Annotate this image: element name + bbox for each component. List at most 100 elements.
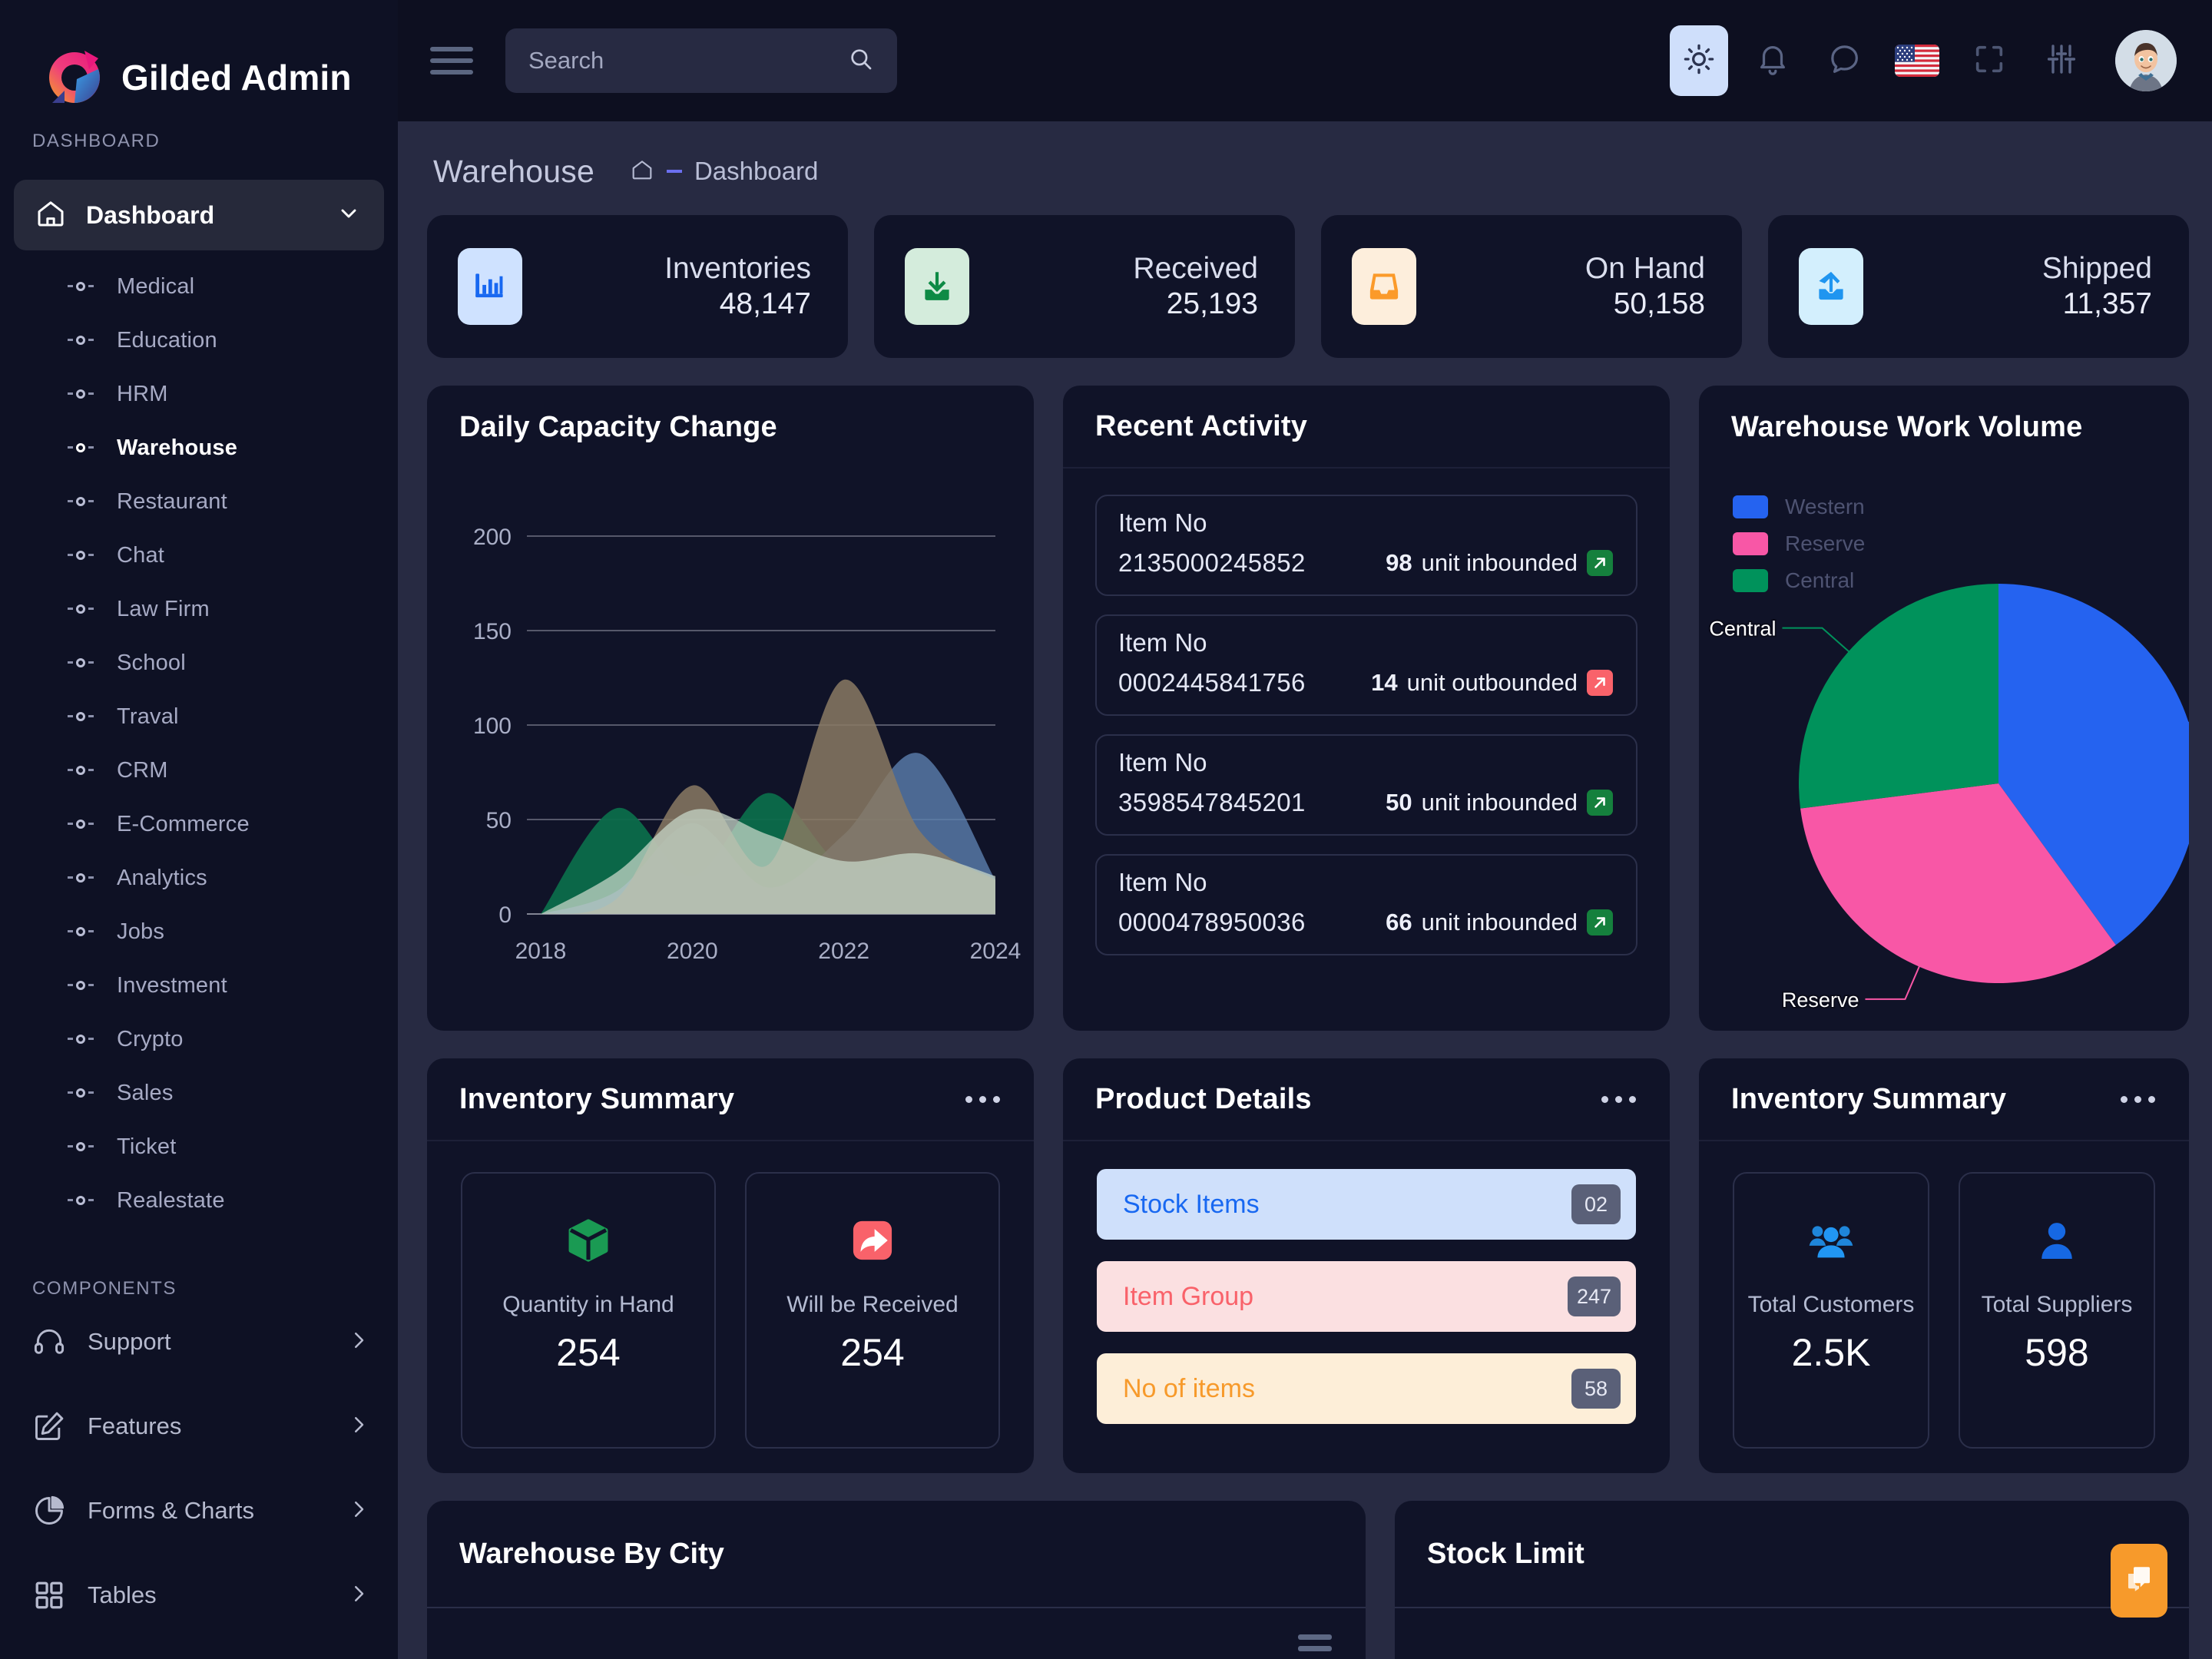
inventory-summary-left-card: Inventory Summary Quantity in Hand 254 Wil… — [427, 1058, 1034, 1473]
product-detail-row-no-of-items[interactable]: No of items 58 — [1097, 1353, 1636, 1424]
sidebar-item-features[interactable]: Features — [0, 1384, 398, 1469]
summary-tile-value: 254 — [556, 1330, 621, 1374]
search-box[interactable] — [505, 28, 897, 93]
us-flag-icon — [1895, 45, 1939, 77]
search-icon[interactable] — [848, 46, 874, 76]
sidebar-item-forms-charts[interactable]: Forms & Charts — [0, 1469, 398, 1553]
activity-item[interactable]: Item No 3598547845201 50 unit inbounded — [1095, 734, 1637, 836]
work-volume-title: Warehouse Work Volume — [1731, 410, 2083, 443]
sidebar-item-tables[interactable]: Tables — [0, 1553, 398, 1637]
activity-item-label: Item No — [1118, 508, 1207, 537]
sidebar-sublist: Medical Education HRM Warehouse Restaurant Ch… — [0, 250, 398, 1227]
stat-card-shipped[interactable]: Shipped 11,357 — [1768, 215, 2189, 358]
main-area: Warehouse Dashboard Inventories48,147 Rec… — [398, 0, 2212, 1659]
sidebar-item-crm[interactable]: CRM — [0, 743, 398, 797]
sidebar-item-chat[interactable]: Chat — [0, 528, 398, 582]
product-detail-name: No of items — [1123, 1373, 1255, 1403]
daily-capacity-title: Daily Capacity Change — [459, 410, 777, 443]
warehouse-by-city-title: Warehouse By City — [459, 1537, 724, 1570]
sidebar-item-traval[interactable]: Traval — [0, 690, 398, 743]
sidebar-item-school[interactable]: School — [0, 636, 398, 690]
product-detail-badge: 247 — [1567, 1277, 1621, 1316]
hamburger-icon[interactable] — [1298, 1634, 1332, 1651]
stat-card-label: Received — [1133, 251, 1258, 285]
breadcrumb-home-icon[interactable] — [630, 157, 654, 186]
support-chat-fab[interactable] — [2111, 1544, 2167, 1618]
breadcrumb-separator — [666, 170, 682, 173]
summary-tile-quantity-in-hand[interactable]: Quantity in Hand 254 — [461, 1172, 716, 1449]
more-options-icon[interactable] — [965, 1095, 1000, 1103]
product-detail-row-stock-items[interactable]: Stock Items 02 — [1097, 1169, 1636, 1240]
legend-item-reserve[interactable]: Reserve — [1733, 525, 2189, 562]
settings-button[interactable] — [2034, 33, 2089, 88]
sidebar-item-restaurant[interactable]: Restaurant — [0, 475, 398, 528]
svg-text:0: 0 — [498, 902, 512, 928]
stat-card-on-hand[interactable]: On Hand 50,158 — [1321, 215, 1742, 358]
share-arrow-icon — [848, 1210, 897, 1270]
sidebar-item-medical[interactable]: Medical — [0, 260, 398, 313]
warehouse-by-city-card: Warehouse By City — [427, 1501, 1366, 1659]
activity-item[interactable]: Item No 0002445841756 14 unit outbounded — [1095, 614, 1637, 716]
stat-card-received[interactable]: Received 25,193 — [874, 215, 1295, 358]
svg-text:200: 200 — [473, 525, 512, 550]
language-button[interactable] — [1889, 33, 1945, 88]
search-input[interactable] — [528, 47, 840, 75]
sidebar-item-label: Law Firm — [117, 596, 210, 621]
summary-tile-total-suppliers[interactable]: Total Suppliers 598 — [1959, 1172, 2155, 1449]
chevron-right-icon[interactable] — [347, 1329, 370, 1356]
stat-card-text: Shipped 11,357 — [1889, 251, 2152, 322]
sidebar-item-e-commerce[interactable]: E-Commerce — [0, 797, 398, 851]
chevron-down-icon[interactable] — [336, 201, 361, 230]
sidebar-item-jobs[interactable]: Jobs — [0, 905, 398, 959]
chevron-right-icon[interactable] — [347, 1413, 370, 1440]
sidebar-toggle-button[interactable] — [430, 44, 473, 78]
page-title: Warehouse — [433, 153, 594, 189]
theme-toggle-button[interactable] — [1670, 25, 1728, 96]
sidebar-item-label: Restaurant — [117, 488, 227, 514]
chevron-right-icon[interactable] — [347, 1498, 370, 1525]
sidebar-item-ticket[interactable]: Ticket — [0, 1120, 398, 1174]
sidebar-item-label: HRM — [117, 381, 168, 406]
sidebar-item-law-firm[interactable]: Law Firm — [0, 582, 398, 636]
sidebar-item-hrm[interactable]: HRM — [0, 367, 398, 421]
avatar[interactable] — [2115, 30, 2177, 91]
sidebar-item-analytics[interactable]: Analytics — [0, 851, 398, 905]
topbar — [398, 0, 2212, 121]
sidebar-item-investment[interactable]: Investment — [0, 959, 398, 1012]
activity-item[interactable]: Item No 0000478950036 66 unit inbounded — [1095, 854, 1637, 955]
product-details-header: Product Details — [1063, 1058, 1670, 1141]
stat-card-label: Shipped — [2041, 251, 2152, 285]
brand[interactable]: Gilded Admin — [0, 0, 398, 123]
chevron-right-icon[interactable] — [347, 1582, 370, 1609]
stat-card-text: Inventories 48,147 — [548, 251, 811, 322]
sidebar-item-support[interactable]: Support — [0, 1300, 398, 1384]
breadcrumb-current[interactable]: Dashboard — [694, 157, 818, 186]
messages-button[interactable] — [1817, 33, 1873, 88]
legend-item-western[interactable]: Western — [1733, 488, 2189, 525]
sidebar-item-crypto[interactable]: Crypto — [0, 1012, 398, 1066]
summary-tile-will-be-received[interactable]: Will be Received 254 — [745, 1172, 1000, 1449]
more-options-icon[interactable] — [1601, 1095, 1636, 1103]
sidebar-item-sales[interactable]: Sales — [0, 1066, 398, 1120]
daily-capacity-header: Daily Capacity Change — [427, 386, 1034, 469]
notifications-button[interactable] — [1745, 33, 1800, 88]
recent-activity-title: Recent Activity — [1095, 409, 1308, 442]
sidebar-item-label: Ticket — [117, 1134, 177, 1159]
stat-card-value: 11,357 — [2062, 287, 2152, 320]
summary-tile-total-customers[interactable]: Total Customers 2.5K — [1733, 1172, 1929, 1449]
more-options-icon[interactable] — [2121, 1095, 2155, 1103]
fullscreen-button[interactable] — [1962, 33, 2017, 88]
sidebar-item-education[interactable]: Education — [0, 313, 398, 367]
inventory-summary-right-card: Inventory Summary Total Customers 2.5K Tot… — [1699, 1058, 2189, 1473]
stat-card-inventories[interactable]: Inventories 48,147 — [427, 215, 848, 358]
stock-limit-title: Stock Limit — [1427, 1537, 1584, 1570]
activity-item[interactable]: Item No 2135000245852 98 unit inbounded — [1095, 495, 1637, 596]
summary-tile-label: Quantity in Hand — [502, 1292, 674, 1317]
sidebar-item-warehouse[interactable]: Warehouse — [0, 421, 398, 475]
breadcrumb-trail: Dashboard — [630, 157, 818, 186]
recent-activity-list: Item No 2135000245852 98 unit inbounded Item… — [1063, 469, 1670, 955]
sidebar-item-realestate[interactable]: Realestate — [0, 1174, 398, 1227]
product-detail-row-item-group[interactable]: Item Group 247 — [1097, 1261, 1636, 1332]
home-icon — [35, 198, 66, 233]
sidebar-item-dashboard[interactable]: Dashboard — [14, 180, 384, 250]
